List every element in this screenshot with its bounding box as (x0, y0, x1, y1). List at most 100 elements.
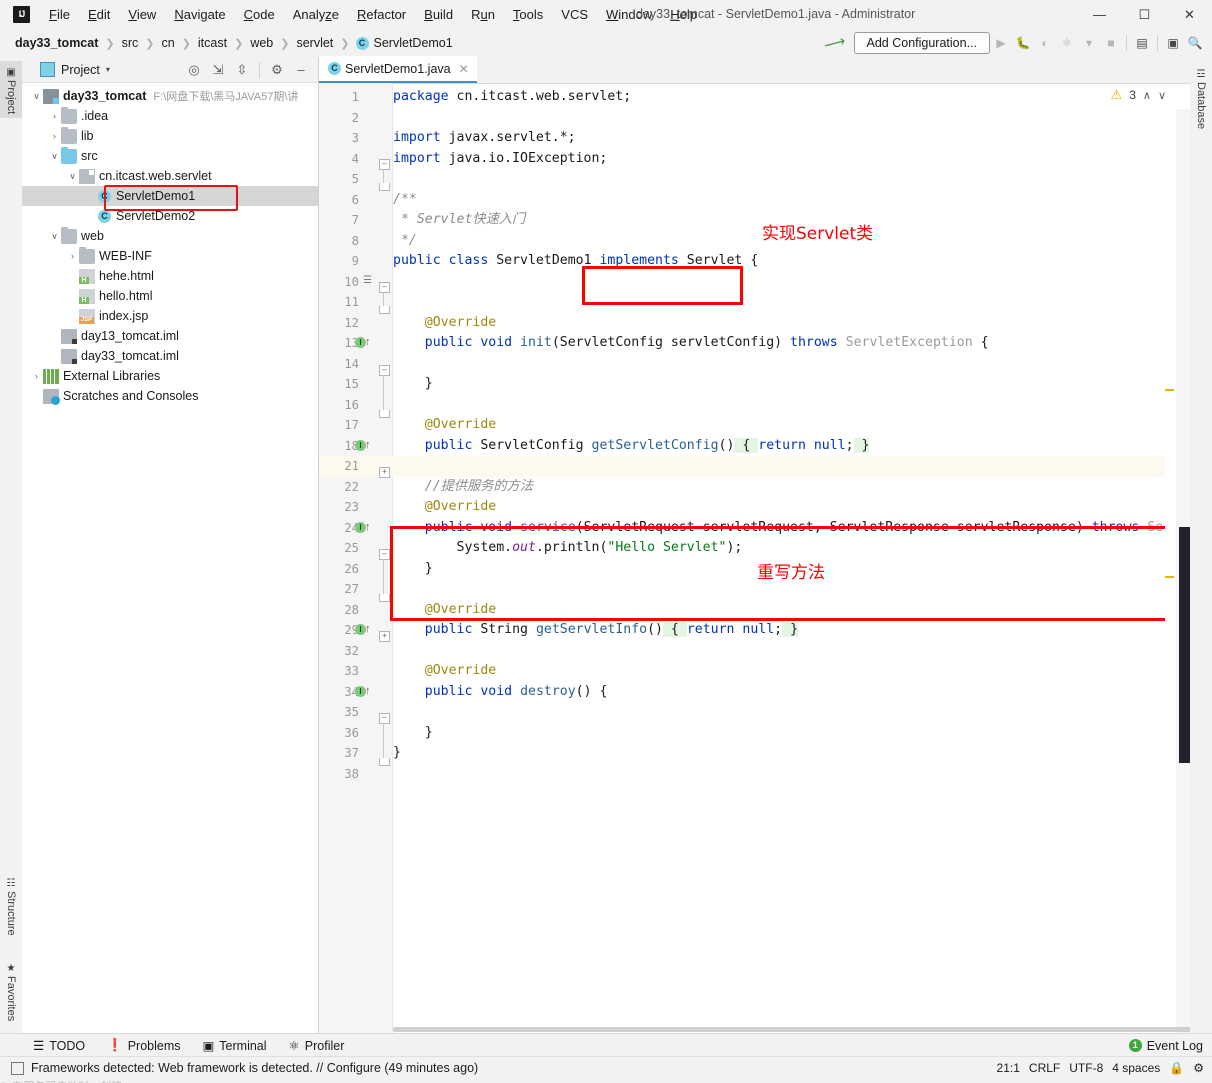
fold-marker-getservletinfo[interactable]: + (379, 631, 390, 642)
code-line[interactable] (393, 702, 401, 723)
chevron-right-icon[interactable] (84, 211, 97, 221)
menu-edit[interactable]: Edit (79, 3, 119, 26)
code-line[interactable]: } (393, 743, 401, 764)
tree-node-day13-tomcat-iml[interactable]: day13_tomcat.iml (22, 326, 318, 346)
run-method-gutter-icon[interactable]: I ↑ (355, 336, 371, 350)
fold-marker-imports[interactable]: – (379, 159, 390, 170)
run-coverage-icon[interactable]: ◐ (1034, 31, 1056, 55)
run-method-gutter-icon[interactable]: I ↑ (355, 685, 371, 699)
chevron-right-icon[interactable] (66, 271, 79, 281)
breadcrumb-item-project[interactable]: day33_tomcat (14, 36, 99, 50)
tree-node-scratches-and-consoles[interactable]: Scratches and Consoles (22, 386, 318, 406)
next-problem-icon[interactable]: ∨ (1158, 89, 1166, 102)
scrollbar-thumb[interactable] (393, 1027, 1190, 1032)
sidebar-item-project[interactable]: ▣ Project (0, 61, 22, 119)
tree-node-web[interactable]: ∨ web (22, 226, 318, 246)
code-line[interactable] (393, 579, 401, 600)
run-icon[interactable]: ▶ (990, 31, 1012, 55)
chevron-down-icon[interactable]: ▾ (1078, 31, 1100, 55)
chevron-right-icon[interactable]: › (30, 371, 43, 381)
code-line[interactable]: } (393, 374, 433, 395)
breadcrumb-item-web[interactable]: web (249, 36, 274, 50)
fold-marker-destroy[interactable]: – (379, 713, 390, 724)
inspection-widget[interactable]: ⚠ 3 ∧ ∨ (1111, 87, 1166, 103)
project-tree[interactable]: ∨ day33_tomcat F:\网盘下载\黑马JAVA57期\讲 › .idea › l… (22, 83, 318, 406)
inspection-level-icon[interactable]: ⚙ (1193, 1061, 1204, 1075)
fold-end-init[interactable] (379, 410, 390, 418)
tool-button-problems[interactable]: ❗ Problems (96, 1038, 191, 1053)
menu-vcs[interactable]: VCS (552, 3, 597, 26)
fold-marker-getservletconfig[interactable]: + (379, 467, 390, 478)
tree-node-external-libraries[interactable]: › External Libraries (22, 366, 318, 386)
code-line[interactable]: public void init(ServletConfig servletCo… (393, 333, 989, 354)
previous-problem-icon[interactable]: ∧ (1143, 89, 1151, 102)
tree-node-servletdemo1[interactable]: C ServletDemo1 (22, 186, 318, 206)
code-line[interactable]: package cn.itcast.web.servlet; (393, 87, 631, 108)
minimize-button[interactable]: — (1077, 0, 1122, 29)
chevron-right-icon[interactable] (30, 391, 43, 401)
vertical-scrollbar[interactable] (1176, 109, 1190, 1033)
tree-node-index-jsp[interactable]: index.jsp (22, 306, 318, 326)
collapse-all-icon[interactable]: ⇳ (231, 59, 253, 81)
code-line[interactable] (393, 272, 401, 293)
scrollbar-thumb[interactable] (1179, 527, 1190, 763)
code-line[interactable] (393, 169, 401, 190)
fold-end-imports[interactable] (379, 183, 390, 191)
marker-column[interactable] (1165, 109, 1176, 1033)
code-line[interactable]: public class ServletDemo1 implements Ser… (393, 251, 758, 272)
sidebar-item-structure[interactable]: ☷ Structure (0, 872, 22, 940)
code-line[interactable]: public String getServletInfo() { return … (393, 620, 799, 641)
status-message-area[interactable]: Frameworks detected: Web framework is de… (0, 1061, 478, 1075)
chevron-right-icon[interactable] (66, 291, 79, 301)
chevron-right-icon[interactable] (84, 191, 97, 201)
menu-tools[interactable]: Tools (504, 3, 552, 26)
menu-view[interactable]: View (119, 3, 165, 26)
code-line[interactable]: @Override (393, 415, 496, 436)
code-line[interactable]: public void destroy() { (393, 682, 608, 703)
fold-marker-init[interactable]: – (379, 365, 390, 376)
tree-node-day33-tomcat[interactable]: ∨ day33_tomcat F:\网盘下载\黑马JAVA57期\讲 (22, 86, 318, 106)
close-icon[interactable]: ✕ (459, 62, 469, 76)
indent-setting[interactable]: 4 spaces (1112, 1061, 1160, 1075)
event-log-button[interactable]: 1 Event Log (1128, 1034, 1203, 1057)
expand-all-icon[interactable]: ⇲ (207, 59, 229, 81)
tool-button-terminal[interactable]: ▣ Terminal (191, 1038, 277, 1054)
chevron-right-icon[interactable]: › (48, 131, 61, 141)
chevron-right-icon[interactable] (48, 351, 61, 361)
lock-icon[interactable]: 🔒 (1169, 1061, 1184, 1075)
code-line[interactable]: System.out.println("Hello Servlet"); (393, 538, 743, 559)
code-line[interactable] (393, 764, 401, 785)
code-line[interactable] (393, 641, 401, 662)
hide-panel-icon[interactable]: – (290, 59, 312, 81)
fold-end-destroy[interactable] (379, 758, 390, 766)
project-structure-icon[interactable]: ▤ (1131, 31, 1153, 55)
tree-node-cn-itcast-web-servlet[interactable]: ∨ cn.itcast.web.servlet (22, 166, 318, 186)
chevron-down-icon[interactable]: ∨ (66, 171, 79, 182)
editor-tab-servletdemo1[interactable]: C ServletDemo1.java ✕ (319, 56, 477, 83)
close-button[interactable]: ✕ (1167, 0, 1212, 29)
fold-end-service[interactable] (379, 594, 390, 602)
menu-build[interactable]: Build (415, 3, 462, 26)
stop-icon[interactable]: ■ (1100, 31, 1122, 55)
chevron-down-icon[interactable]: ∨ (48, 231, 61, 242)
caret-position[interactable]: 21:1 (997, 1061, 1020, 1075)
chevron-down-icon[interactable]: ∨ (48, 151, 61, 162)
chevron-right-icon[interactable] (48, 331, 61, 341)
breadcrumb-item-servlet[interactable]: servlet (295, 36, 334, 50)
code-line[interactable]: import java.io.IOException; (393, 149, 607, 170)
chevron-right-icon[interactable]: › (66, 251, 79, 261)
code-line[interactable]: @Override (393, 600, 496, 621)
code-line[interactable] (393, 354, 401, 375)
tree-node--idea[interactable]: › .idea (22, 106, 318, 126)
code-line[interactable]: @Override (393, 313, 496, 334)
code-line[interactable]: } (393, 559, 433, 580)
maximize-button[interactable]: ☐ (1122, 0, 1167, 29)
settings-gear-icon[interactable]: ⚙ (266, 59, 288, 81)
sidebar-item-database[interactable]: ☲ Database (1190, 63, 1212, 133)
chevron-down-icon[interactable]: ∨ (30, 91, 43, 102)
code-line[interactable]: @Override (393, 497, 496, 518)
profile-icon[interactable]: ⚛ (1056, 31, 1078, 55)
tree-node-hello-html[interactable]: hello.html (22, 286, 318, 306)
sidebar-item-favorites[interactable]: ★ Favorites (0, 957, 22, 1025)
menu-navigate[interactable]: Navigate (165, 3, 234, 26)
